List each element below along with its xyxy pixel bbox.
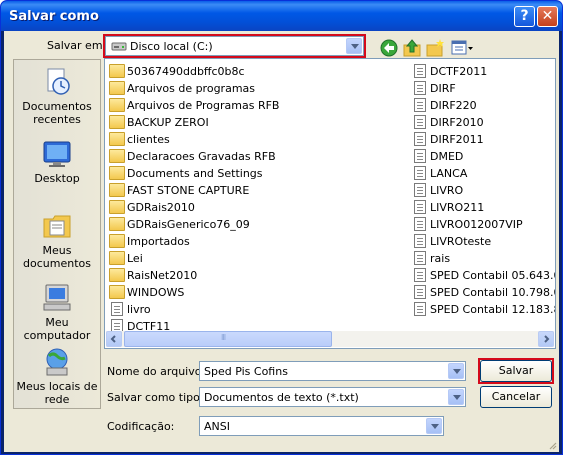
folder-icon bbox=[109, 64, 125, 78]
text-file-icon bbox=[414, 115, 426, 129]
horizontal-scrollbar[interactable]: III bbox=[106, 331, 554, 347]
place-label-desktop: Desktop bbox=[34, 172, 80, 185]
encoding-value: ANSI bbox=[204, 420, 230, 433]
text-file-icon bbox=[414, 166, 426, 180]
folder-icon bbox=[109, 200, 125, 214]
text-file-icon bbox=[414, 149, 426, 163]
back-icon[interactable] bbox=[379, 38, 399, 58]
text-file-icon bbox=[414, 98, 426, 112]
text-file-icon bbox=[414, 217, 426, 231]
place-label-recent: Documentos recentes bbox=[22, 100, 92, 126]
folder-icon bbox=[109, 98, 125, 112]
text-file-icon bbox=[414, 183, 426, 197]
cancel-button[interactable]: Cancelar bbox=[480, 386, 552, 408]
folder-icon bbox=[109, 285, 125, 299]
folder-icon bbox=[109, 217, 125, 231]
chevron-down-icon[interactable] bbox=[448, 363, 464, 379]
folder-icon bbox=[109, 166, 125, 180]
new-folder-icon[interactable] bbox=[425, 38, 445, 58]
network-places-icon bbox=[46, 348, 68, 376]
place-network[interactable]: Meus locais de rede bbox=[14, 346, 100, 406]
filename-label: Nome do arquivo: bbox=[107, 365, 206, 378]
my-documents-icon bbox=[43, 215, 71, 238]
place-desktop[interactable]: Desktop bbox=[14, 138, 100, 185]
place-label-my-documents: Meus documentos bbox=[23, 244, 91, 270]
filetype-dropdown[interactable]: Documentos de texto (*.txt) bbox=[199, 387, 466, 407]
dialog-body: Salvar em: Disco local (C:) Documentos r… bbox=[4, 31, 559, 452]
chevron-right-icon bbox=[544, 335, 550, 343]
text-file-icon bbox=[414, 64, 426, 78]
text-file-icon bbox=[414, 251, 426, 265]
recent-documents-icon bbox=[47, 68, 70, 95]
folder-icon bbox=[109, 183, 125, 197]
place-label-network: Meus locais de rede bbox=[16, 380, 98, 406]
scroll-thumb-grip: III bbox=[221, 333, 226, 342]
encoding-label: Codificação: bbox=[107, 420, 175, 433]
resize-grip-icon[interactable] bbox=[547, 440, 557, 450]
text-file-icon bbox=[111, 302, 123, 316]
save-in-highlight bbox=[103, 34, 366, 58]
text-file-icon bbox=[414, 200, 426, 214]
window-title: Salvar como bbox=[9, 9, 99, 24]
filename-value: Sped Pis Cofins bbox=[204, 365, 288, 378]
chevron-left-icon bbox=[110, 335, 116, 343]
filename-input[interactable]: Sped Pis Cofins bbox=[199, 361, 466, 381]
views-menu-icon[interactable] bbox=[450, 38, 474, 58]
title-bar[interactable]: Salvar como ? ✕ bbox=[1, 1, 562, 31]
text-file-icon bbox=[414, 285, 426, 299]
folder-icon bbox=[109, 251, 125, 265]
folder-icon bbox=[109, 115, 125, 129]
text-file-icon bbox=[414, 268, 426, 282]
filetype-value: Documentos de texto (*.txt) bbox=[204, 391, 359, 404]
folder-icon bbox=[109, 234, 125, 248]
save-button[interactable]: Salvar bbox=[480, 360, 552, 382]
place-recent-documents[interactable]: Documentos recentes bbox=[14, 66, 100, 126]
save-as-dialog: Salvar como ? ✕ Salvar em: Disco local (… bbox=[0, 0, 563, 455]
place-my-computer[interactable]: Meu computador bbox=[14, 282, 100, 342]
my-computer-icon bbox=[43, 284, 71, 311]
scroll-right-button[interactable] bbox=[538, 331, 554, 347]
encoding-dropdown[interactable]: ANSI bbox=[199, 416, 444, 436]
close-button[interactable]: ✕ bbox=[537, 6, 558, 27]
folder-icon bbox=[109, 268, 125, 282]
file-list[interactable]: 50367490ddbffc0b8c Arquivos de programas… bbox=[104, 58, 556, 349]
filetype-label: Salvar como tipo: bbox=[107, 391, 204, 404]
folder-icon bbox=[109, 81, 125, 95]
chevron-down-icon[interactable] bbox=[426, 418, 442, 434]
scroll-left-button[interactable] bbox=[106, 331, 122, 347]
place-my-documents[interactable]: Meus documentos bbox=[14, 210, 100, 270]
help-button[interactable]: ? bbox=[514, 6, 535, 27]
desktop-icon bbox=[43, 141, 71, 167]
scroll-thumb[interactable]: III bbox=[124, 331, 332, 347]
text-file-icon bbox=[414, 302, 426, 316]
folder-icon bbox=[109, 132, 125, 146]
text-file-icon bbox=[414, 81, 426, 95]
save-in-label: Salvar em: bbox=[47, 39, 107, 52]
places-bar: Documentos recentes Desktop Meus documen… bbox=[13, 59, 101, 409]
folder-icon bbox=[109, 149, 125, 163]
place-label-my-computer: Meu computador bbox=[23, 316, 91, 342]
text-file-icon bbox=[414, 234, 426, 248]
up-folder-icon[interactable] bbox=[402, 38, 422, 58]
text-file-icon bbox=[414, 132, 426, 146]
chevron-down-icon[interactable] bbox=[448, 389, 464, 405]
